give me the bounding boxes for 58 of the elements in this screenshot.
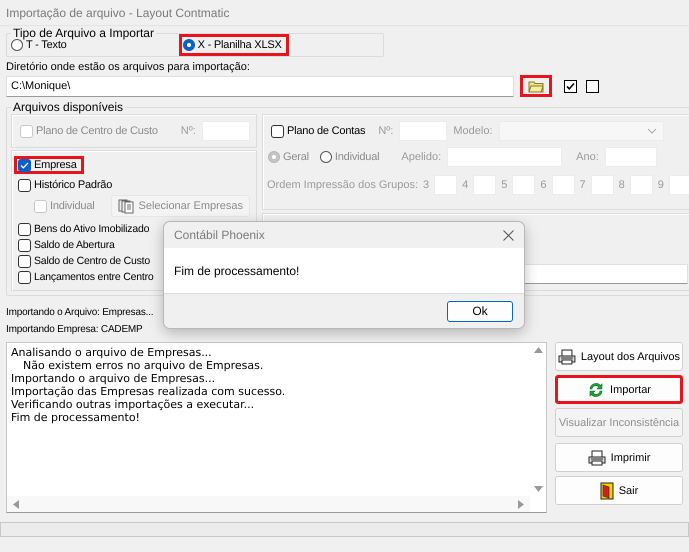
log-line: Importando o arquivo de Empresas... xyxy=(11,372,216,385)
action-button[interactable]: Sair xyxy=(555,476,683,505)
year-label: Ano: xyxy=(576,151,599,163)
checkbox[interactable]: Lançamentos entre Centro xyxy=(14,268,161,286)
directory-field[interactable]: C:\Monique\ xyxy=(6,76,514,96)
checkbox[interactable]: Saldo de Abertura xyxy=(14,236,122,254)
group-number: 9 xyxy=(658,179,664,191)
close-icon[interactable] xyxy=(503,230,514,240)
scroll-up-icon[interactable] xyxy=(534,347,542,353)
nickname-label: Apelido: xyxy=(401,151,442,163)
group-number: 8 xyxy=(618,179,625,191)
printer-icon xyxy=(558,348,576,364)
chevron-down-icon xyxy=(646,128,657,134)
documents-icon xyxy=(118,198,134,214)
checkbox[interactable] xyxy=(564,80,577,92)
log-line: Não existem erros no arquivo de Empresas. xyxy=(22,359,264,372)
directory-label: Diretório onde estão os arquivos para importação: xyxy=(6,61,250,73)
door-icon xyxy=(600,482,614,500)
dialog-title: Contábil Phoenix xyxy=(174,228,265,242)
printer-icon xyxy=(588,450,606,466)
group-number: 4 xyxy=(462,179,468,191)
group-number: 6 xyxy=(540,179,547,191)
group-number: 5 xyxy=(501,179,508,191)
group-title: Arquivos disponíveis xyxy=(12,100,124,114)
checkbox[interactable]: Bens do Ativo Imobilizado xyxy=(14,220,156,238)
checkbox[interactable]: Empresa xyxy=(14,156,84,174)
refresh-icon xyxy=(587,380,606,398)
ok-button[interactable]: Ok xyxy=(447,300,513,322)
action-button[interactable]: Importar xyxy=(555,375,683,404)
log-line: Verificando outras importações a executar... xyxy=(11,398,256,411)
dialog-message: Fim de processamento! xyxy=(174,264,300,278)
group-number: 7 xyxy=(580,179,586,191)
checkbox[interactable]: Plano de Contas xyxy=(267,122,372,140)
window-title: Importação de arquivo - Layout Contmatic xyxy=(0,0,689,26)
status-text: Importando Empresa: CADEMP xyxy=(6,324,143,335)
model-label: Modelo: xyxy=(453,125,493,137)
checkbox[interactable]: Histórico Padrão xyxy=(14,176,120,194)
browse-button[interactable] xyxy=(520,75,552,97)
log-line: Importação das Empresas realizada com sucesso. xyxy=(11,385,286,398)
checkbox[interactable]: Saldo de Centro de Custo xyxy=(14,252,158,270)
group-number: 3 xyxy=(423,179,430,191)
action-button[interactable]: Imprimir xyxy=(555,443,683,472)
radio-option[interactable]: X - Planilha XLSX xyxy=(178,34,289,56)
number-label: Nº: xyxy=(180,125,196,137)
checkmark-icon xyxy=(20,160,29,170)
log-line: Fim de processamento! xyxy=(11,411,141,424)
group-order-label: Ordem Impressão dos Grupos: xyxy=(267,179,418,191)
scroll-down-icon[interactable] xyxy=(534,486,542,492)
scroll-left-icon[interactable] xyxy=(13,500,19,508)
status-text: Importando o Arquivo: Empresas... xyxy=(6,307,154,318)
log-line: Analisando o arquivo de Empresas... xyxy=(11,346,213,359)
model-dropdown[interactable] xyxy=(498,121,664,141)
action-button[interactable]: Layout dos Arquivos xyxy=(555,342,683,371)
checkbox[interactable] xyxy=(586,80,599,92)
folder-icon xyxy=(528,80,544,92)
number-label: Nº: xyxy=(378,125,394,137)
group-title: Tipo de Arquivo a Importar xyxy=(12,26,155,40)
scroll-right-icon[interactable] xyxy=(518,500,524,508)
